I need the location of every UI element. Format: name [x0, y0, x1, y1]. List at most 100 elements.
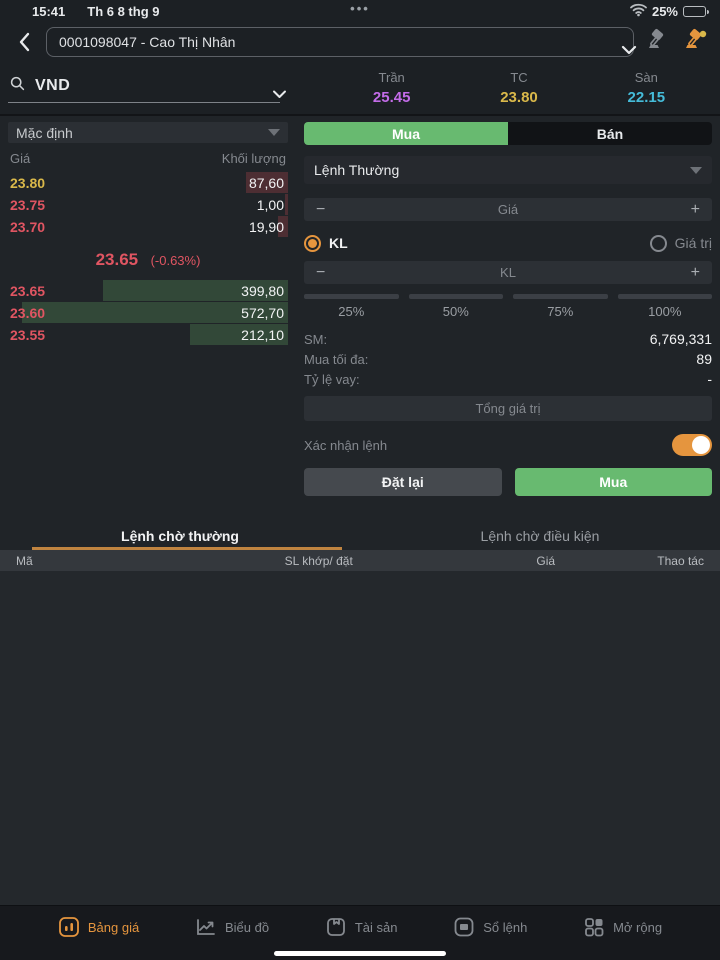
- sm-label: SM:: [304, 332, 327, 347]
- ladder-price: 23.70: [8, 219, 45, 235]
- status-date: Th 6 8 thg 9: [87, 4, 159, 19]
- quantity-plus-button[interactable]: +: [680, 264, 700, 282]
- assets-icon: [325, 916, 347, 938]
- confirm-order-row: Xác nhận lệnh: [304, 433, 712, 457]
- battery-icon: [683, 6, 706, 17]
- nav-order-book[interactable]: Sổ lệnh: [453, 916, 527, 938]
- chart-icon: [195, 916, 217, 938]
- wifi-icon: [630, 3, 647, 19]
- floor-price: Sàn 22.15: [628, 70, 666, 106]
- search-icon: [10, 76, 25, 96]
- ladder-volume: 399,80: [241, 283, 284, 299]
- percent-track: [618, 294, 713, 299]
- tab-buy[interactable]: Mua: [304, 122, 508, 145]
- quote-row: VND Trần 25.45 TC 23.80 Sàn 22.15: [0, 62, 720, 116]
- percent-button-25[interactable]: 25%: [304, 294, 399, 319]
- ladder-filter-value: Mặc định: [16, 125, 73, 141]
- loan-ratio-value: -: [707, 371, 712, 387]
- nav-label: Biểu đồ: [225, 920, 269, 935]
- tab-conditional-orders[interactable]: Lệnh chờ điều kiện: [360, 522, 720, 550]
- price-minus-button[interactable]: −: [316, 201, 336, 219]
- ladder-volume: 19,90: [249, 219, 284, 235]
- sm-value: 6,769,331: [650, 331, 712, 347]
- price-board-icon: [58, 916, 80, 938]
- back-button[interactable]: [12, 30, 36, 54]
- nav-assets[interactable]: Tài sản: [325, 916, 398, 938]
- percent-button-50[interactable]: 50%: [409, 294, 504, 319]
- bid-row[interactable]: 23.55212,10: [8, 324, 288, 345]
- volume-column-header: Khối lượng: [222, 151, 286, 166]
- volume-bar: [285, 194, 288, 215]
- ask-row[interactable]: 23.75 1,00: [8, 194, 288, 215]
- last-change-percent: (-0.63%): [151, 253, 201, 268]
- quantity-input[interactable]: KL: [336, 265, 680, 280]
- bid-rows: 23.65399,80 23.60 572,70 23.55212,10: [8, 280, 288, 345]
- radio-selected-icon: [304, 235, 321, 252]
- ladder-price: 23.60: [8, 305, 45, 321]
- ask-rows: 23.8087,60 23.75 1,00 23.70 19,90: [8, 172, 288, 237]
- confirm-order-toggle[interactable]: [672, 434, 712, 456]
- radio-quantity-label: KL: [329, 235, 348, 251]
- price-plus-button[interactable]: +: [680, 201, 700, 219]
- radio-value[interactable]: Giá trị: [650, 235, 712, 252]
- order-form: Mua Bán Lệnh Thường − Giá + KL Giá trị −…: [304, 122, 712, 496]
- ladder-volume: 572,70: [241, 305, 284, 321]
- percent-track: [409, 294, 504, 299]
- percent-label: 50%: [409, 304, 504, 319]
- nav-more-grid[interactable]: Mở rộng: [583, 916, 662, 938]
- sm-row: SM: 6,769,331: [304, 329, 712, 349]
- home-indicator[interactable]: [274, 951, 446, 956]
- gavel-order-icon[interactable]: [682, 28, 708, 57]
- quantity-minus-button[interactable]: −: [316, 264, 336, 282]
- ladder-price: 23.75: [8, 197, 45, 213]
- price-input[interactable]: Giá: [336, 202, 680, 217]
- orders-column-header: Mã: [16, 554, 167, 568]
- ladder-filter-select[interactable]: Mặc định: [8, 122, 288, 143]
- account-selector[interactable]: 0001098047 - Cao Thị Nhân: [46, 27, 634, 57]
- ceiling-label: Trần: [379, 70, 405, 85]
- loan-ratio-label: Tỷ lệ vay:: [304, 372, 360, 387]
- confirm-order-label: Xác nhận lệnh: [304, 438, 387, 453]
- nav-label: Bảng giá: [88, 920, 139, 935]
- battery-percent: 25%: [652, 4, 678, 19]
- symbol-selector[interactable]: VND: [8, 73, 280, 103]
- order-book-icon: [453, 916, 475, 938]
- price-column-header: Giá: [10, 151, 30, 166]
- quantity-stepper: − KL +: [304, 261, 712, 284]
- nav-price-board[interactable]: Bảng giá: [58, 916, 139, 938]
- nav-chart[interactable]: Biểu đồ: [195, 916, 269, 938]
- percent-button-75[interactable]: 75%: [513, 294, 608, 319]
- max-buy-row: Mua tối đa: 89: [304, 349, 712, 369]
- ask-row[interactable]: 23.8087,60: [8, 172, 288, 193]
- radio-quantity[interactable]: KL: [304, 235, 348, 252]
- ladder-price: 23.80: [8, 175, 45, 191]
- last-trade: 23.65 (-0.63%): [8, 238, 288, 280]
- orders-column-header: Giá: [470, 554, 621, 568]
- ladder-volume: 1,00: [257, 197, 284, 213]
- percent-buttons: 25% 50% 75% 100%: [304, 294, 712, 319]
- percent-track: [304, 294, 399, 299]
- order-type-value: Lệnh Thường: [314, 162, 399, 178]
- tab-normal-orders[interactable]: Lệnh chờ thường: [0, 522, 360, 550]
- dropdown-arrow-icon: [690, 167, 702, 174]
- orders-column-header: Thao tác: [621, 554, 704, 568]
- bid-row[interactable]: 23.60 572,70: [8, 302, 288, 323]
- total-value-field[interactable]: Tổng giá trị: [304, 396, 712, 421]
- gavel-icon[interactable]: [644, 28, 668, 57]
- nav-label: Mở rộng: [613, 920, 662, 935]
- percent-button-100[interactable]: 100%: [618, 294, 713, 319]
- app-header: 0001098047 - Cao Thị Nhân: [0, 22, 720, 62]
- nav-label: Sổ lệnh: [483, 920, 527, 935]
- ask-row[interactable]: 23.70 19,90: [8, 216, 288, 237]
- order-type-select[interactable]: Lệnh Thường: [304, 156, 712, 184]
- tab-sell[interactable]: Bán: [508, 122, 712, 145]
- floor-label: Sàn: [635, 70, 658, 85]
- ladder-volume: 212,10: [241, 327, 284, 343]
- reset-button[interactable]: Đặt lại: [304, 468, 502, 496]
- buy-button[interactable]: Mua: [515, 468, 713, 496]
- radio-unselected-icon: [650, 235, 667, 252]
- last-price: 23.65: [96, 250, 139, 269]
- bid-row[interactable]: 23.65399,80: [8, 280, 288, 301]
- pending-order-tabs: Lệnh chờ thường Lệnh chờ điều kiện: [0, 522, 720, 550]
- reference-value: 23.80: [500, 89, 538, 106]
